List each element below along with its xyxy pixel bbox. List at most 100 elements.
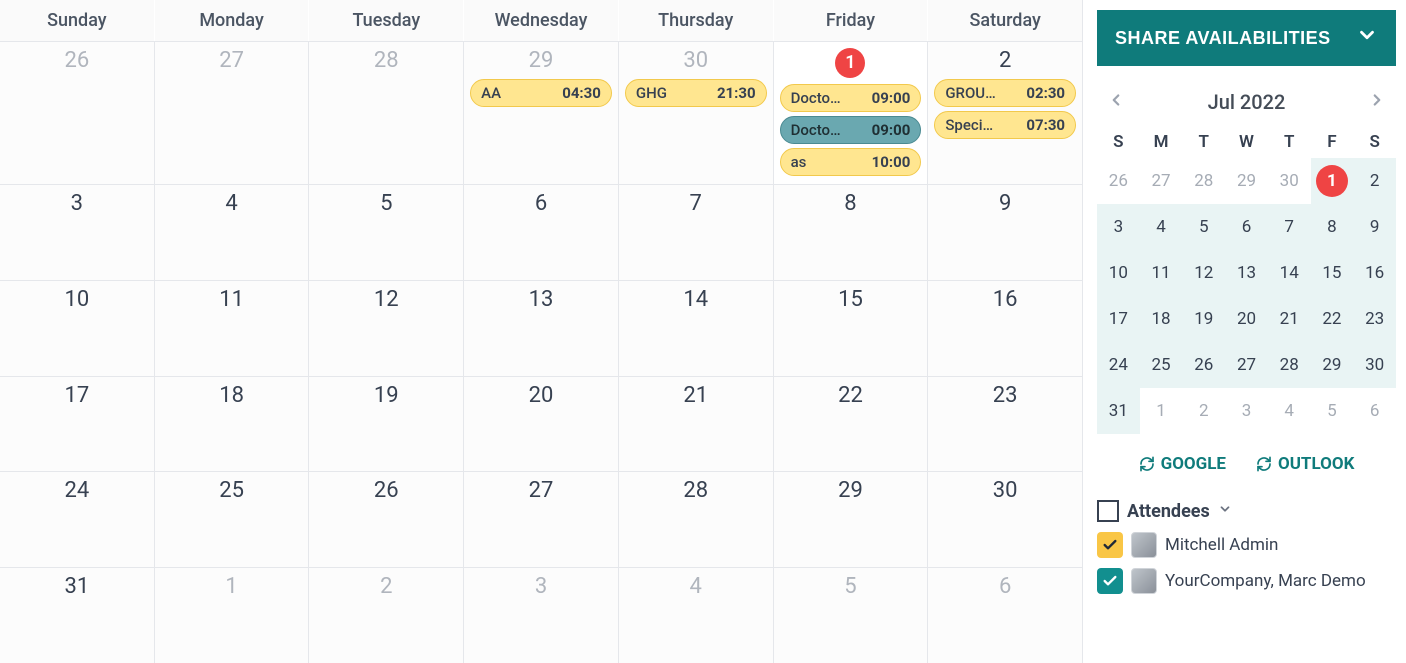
mini-calendar-day[interactable]: 29 [1225, 158, 1268, 204]
calendar-cell[interactable]: 2GROU…02:30Speci…07:30 [927, 42, 1082, 184]
calendar-cell[interactable]: 27 [463, 472, 618, 567]
share-availabilities-button[interactable]: SHARE AVAILABILITIES [1097, 10, 1396, 66]
sync-google-button[interactable]: GOOGLE [1139, 454, 1226, 474]
mini-calendar-day[interactable]: 26 [1182, 342, 1225, 388]
calendar-cell[interactable]: 21 [618, 377, 773, 472]
mini-calendar-day[interactable]: 8 [1311, 204, 1354, 250]
mini-calendar-day[interactable]: 21 [1268, 296, 1311, 342]
attendee-checkbox[interactable] [1097, 532, 1123, 558]
calendar-event[interactable]: as10:00 [780, 148, 922, 176]
sync-outlook-button[interactable]: OUTLOOK [1256, 454, 1354, 474]
mini-calendar-day[interactable]: 27 [1225, 342, 1268, 388]
calendar-cell[interactable]: 3 [463, 568, 618, 663]
mini-calendar-day[interactable]: 26 [1097, 158, 1140, 204]
mini-calendar-day[interactable]: 28 [1268, 342, 1311, 388]
calendar-cell[interactable]: 4 [618, 568, 773, 663]
calendar-event[interactable]: Docto…09:00 [780, 84, 922, 112]
mini-calendar-day[interactable]: 5 [1311, 388, 1354, 434]
mini-calendar-day[interactable]: 4 [1140, 204, 1183, 250]
mini-calendar-day[interactable]: 30 [1353, 342, 1396, 388]
mini-calendar-day[interactable]: 30 [1268, 158, 1311, 204]
mini-calendar-day[interactable]: 6 [1225, 204, 1268, 250]
mini-calendar-day[interactable]: 23 [1353, 296, 1396, 342]
mini-calendar-day[interactable]: 12 [1182, 250, 1225, 296]
calendar-cell[interactable]: 15 [773, 281, 928, 376]
mini-calendar-day[interactable]: 2 [1353, 158, 1396, 204]
calendar-cell[interactable]: 30GHG21:30 [618, 42, 773, 184]
calendar-cell[interactable]: 22 [773, 377, 928, 472]
calendar-cell[interactable]: 7 [618, 185, 773, 280]
calendar-cell[interactable]: 1Docto…09:00Docto…09:00as10:00 [773, 42, 928, 184]
mini-calendar-day[interactable]: 15 [1311, 250, 1354, 296]
calendar-event[interactable]: AA04:30 [470, 79, 612, 107]
calendar-cell[interactable]: 12 [308, 281, 463, 376]
mini-calendar-day[interactable]: 1 [1311, 158, 1354, 204]
calendar-cell[interactable]: 4 [154, 185, 309, 280]
calendar-cell[interactable]: 6 [927, 568, 1082, 663]
mini-cal-prev-icon[interactable] [1101, 86, 1131, 118]
calendar-cell[interactable]: 31 [0, 568, 154, 663]
mini-calendar-day[interactable]: 20 [1225, 296, 1268, 342]
calendar-cell[interactable]: 20 [463, 377, 618, 472]
calendar-cell[interactable]: 5 [308, 185, 463, 280]
calendar-cell[interactable]: 19 [308, 377, 463, 472]
calendar-cell[interactable]: 9 [927, 185, 1082, 280]
calendar-cell[interactable]: 6 [463, 185, 618, 280]
calendar-cell[interactable]: 18 [154, 377, 309, 472]
calendar-event[interactable]: Docto…09:00 [780, 116, 922, 144]
calendar-cell[interactable]: 1 [154, 568, 309, 663]
calendar-cell[interactable]: 26 [0, 42, 154, 184]
calendar-cell[interactable]: 28 [308, 42, 463, 184]
mini-cal-next-icon[interactable] [1362, 86, 1392, 118]
mini-calendar-day[interactable]: 31 [1097, 388, 1140, 434]
calendar-cell[interactable]: 10 [0, 281, 154, 376]
calendar-cell[interactable]: 14 [618, 281, 773, 376]
calendar-cell[interactable]: 26 [308, 472, 463, 567]
calendar-cell[interactable]: 2 [308, 568, 463, 663]
calendar-cell[interactable]: 23 [927, 377, 1082, 472]
calendar-cell[interactable]: 11 [154, 281, 309, 376]
calendar-event[interactable]: GHG21:30 [625, 79, 767, 107]
mini-calendar-day[interactable]: 1 [1140, 388, 1183, 434]
mini-calendar-day[interactable]: 29 [1311, 342, 1354, 388]
calendar-cell[interactable]: 8 [773, 185, 928, 280]
mini-calendar-day[interactable]: 2 [1182, 388, 1225, 434]
mini-calendar-day[interactable]: 3 [1225, 388, 1268, 434]
mini-calendar-day[interactable]: 17 [1097, 296, 1140, 342]
calendar-cell[interactable]: 28 [618, 472, 773, 567]
mini-calendar-day[interactable]: 5 [1182, 204, 1225, 250]
mini-calendar-day[interactable]: 3 [1097, 204, 1140, 250]
mini-calendar-day[interactable]: 18 [1140, 296, 1183, 342]
calendar-cell[interactable]: 27 [154, 42, 309, 184]
calendar-cell[interactable]: 3 [0, 185, 154, 280]
calendar-cell[interactable]: 5 [773, 568, 928, 663]
mini-calendar-day[interactable]: 7 [1268, 204, 1311, 250]
calendar-cell[interactable]: 25 [154, 472, 309, 567]
mini-calendar-day[interactable]: 28 [1182, 158, 1225, 204]
mini-calendar-day[interactable]: 13 [1225, 250, 1268, 296]
calendar-event[interactable]: Speci…07:30 [934, 111, 1076, 139]
mini-calendar-day[interactable]: 24 [1097, 342, 1140, 388]
calendar-cell[interactable]: 29 [773, 472, 928, 567]
mini-calendar-day[interactable]: 11 [1140, 250, 1183, 296]
calendar-cell[interactable]: 13 [463, 281, 618, 376]
calendar-cell[interactable]: 16 [927, 281, 1082, 376]
attendee-item[interactable]: Mitchell Admin [1097, 532, 1396, 558]
attendees-header[interactable]: Attendees [1097, 500, 1396, 522]
mini-calendar-day[interactable]: 19 [1182, 296, 1225, 342]
mini-calendar-day[interactable]: 25 [1140, 342, 1183, 388]
calendar-cell[interactable]: 30 [927, 472, 1082, 567]
calendar-event[interactable]: GROU…02:30 [934, 79, 1076, 107]
calendar-cell[interactable]: 24 [0, 472, 154, 567]
mini-calendar-day[interactable]: 27 [1140, 158, 1183, 204]
attendees-checkbox[interactable] [1097, 500, 1119, 522]
calendar-cell[interactable]: 29AA04:30 [463, 42, 618, 184]
mini-calendar-day[interactable]: 22 [1311, 296, 1354, 342]
calendar-cell[interactable]: 17 [0, 377, 154, 472]
attendee-checkbox[interactable] [1097, 568, 1123, 594]
mini-calendar-day[interactable]: 4 [1268, 388, 1311, 434]
mini-calendar-day[interactable]: 6 [1353, 388, 1396, 434]
mini-calendar-day[interactable]: 9 [1353, 204, 1396, 250]
mini-calendar-day[interactable]: 14 [1268, 250, 1311, 296]
mini-calendar-day[interactable]: 10 [1097, 250, 1140, 296]
